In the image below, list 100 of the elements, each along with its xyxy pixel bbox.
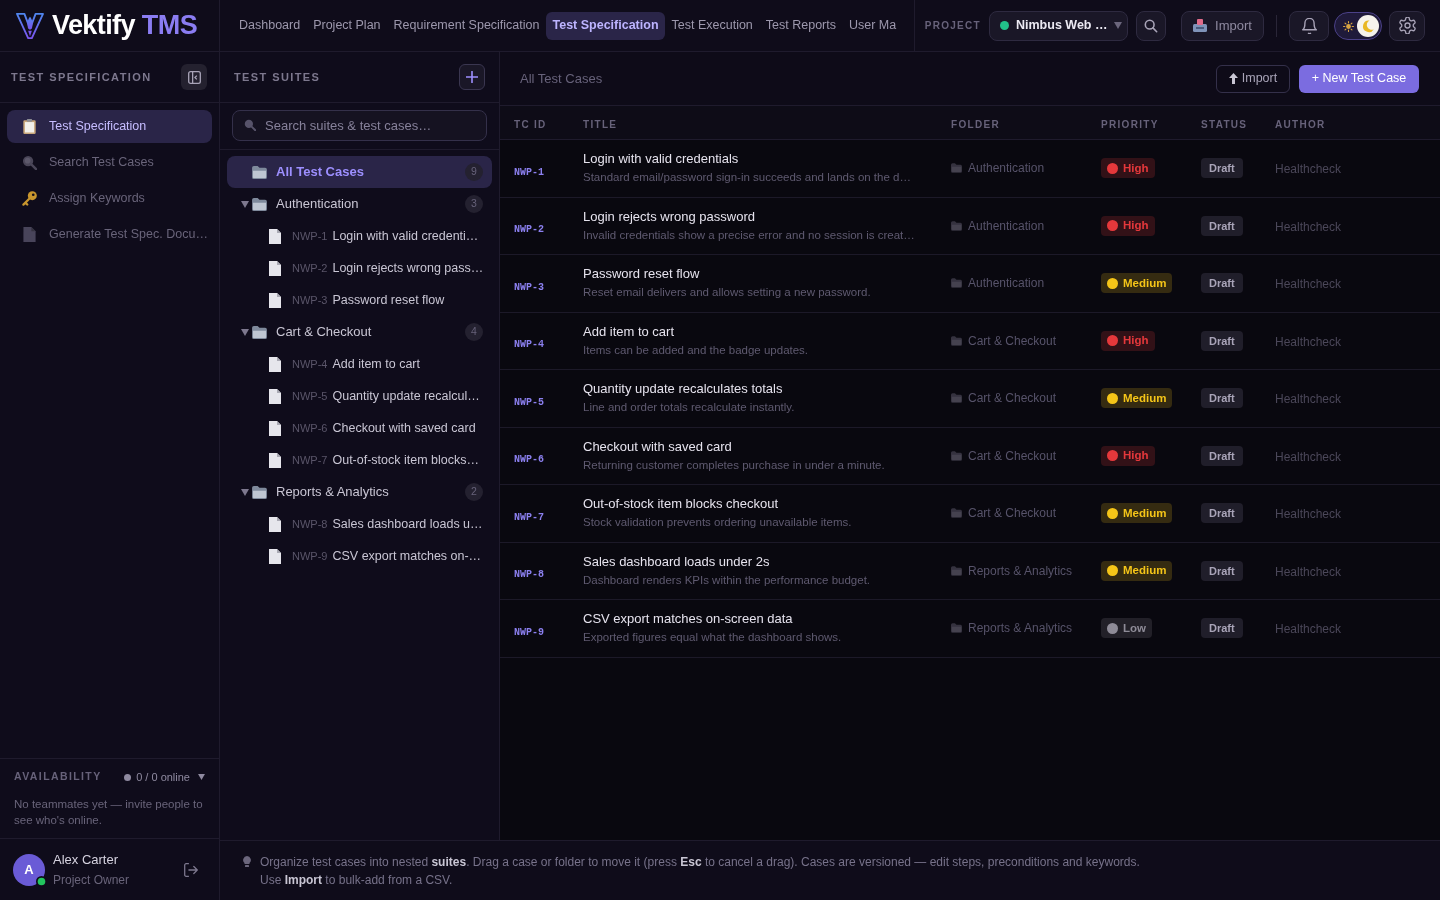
tree-item[interactable]: All Test Cases 9 (227, 156, 492, 188)
import-button[interactable]: Import (1181, 10, 1264, 41)
collapse-button[interactable] (181, 64, 207, 90)
folder-icon (951, 565, 962, 576)
test-case-title: Out-of-stock item blocks checkout (583, 496, 779, 513)
tree-item[interactable]: Reports & Analytics 2 (227, 476, 492, 508)
test-case-id[interactable]: NWP-9 (514, 626, 544, 638)
priority-badge: Medium (1101, 388, 1173, 409)
logout-button[interactable] (183, 861, 199, 878)
priority-badge: Medium (1101, 560, 1173, 581)
test-case-title: Password reset flow (583, 266, 700, 283)
availability-title: AVAILABILITY (14, 769, 102, 785)
import-button[interactable]: Import (1216, 64, 1290, 93)
test-case-title: Checkout with saved card (583, 438, 732, 455)
add-suite-button[interactable] (459, 64, 485, 90)
tree-item[interactable]: NWP-9 CSV export matches on-… (227, 540, 492, 572)
test-case-id[interactable]: NWP-5 (514, 396, 544, 408)
tree-item[interactable]: NWP-4 Add item to cart (227, 348, 492, 380)
plus-icon (466, 71, 478, 83)
file-icon (269, 356, 281, 372)
test-case-title: CSV export matches on-screen data (583, 611, 793, 628)
test-case-id[interactable]: NWP-1 (514, 166, 544, 178)
column-header: FOLDER (951, 118, 1000, 130)
count-badge: 9 (465, 163, 483, 181)
tree-item[interactable]: NWP-6 Checkout with saved card (227, 412, 492, 444)
test-case-description: Reset email delivers and allows setting a new password. (583, 285, 871, 301)
test-case-description: Dashboard renders KPIs within the performance budget. (583, 572, 871, 588)
test-case-id[interactable]: NWP-6 (514, 454, 544, 466)
tree-item[interactable]: NWP-2 Login rejects wrong pass… (227, 252, 492, 284)
test-case-id[interactable]: NWP-7 (514, 511, 544, 523)
availability-dropdown[interactable]: 0 / 0 online (124, 768, 205, 786)
folder-icon (951, 278, 962, 289)
author-name: Healthcheck (1275, 392, 1342, 407)
nav-tab[interactable]: Requirement Specification (387, 11, 546, 40)
search-button[interactable] (1136, 10, 1166, 41)
priority-badge: Medium (1101, 273, 1173, 294)
tree-item[interactable]: Cart & Checkout 4 (227, 316, 492, 348)
test-case-id[interactable]: NWP-2 (514, 224, 544, 236)
folder-icon (951, 623, 962, 634)
nav-tab[interactable]: Test Reports (759, 11, 842, 40)
priority-badge: High (1101, 445, 1155, 466)
search-field[interactable]: Search suites & test cases… (232, 110, 487, 141)
test-case-id[interactable]: NWP-3 (514, 281, 544, 293)
settings-button[interactable] (1389, 10, 1425, 41)
gear-icon (1398, 17, 1416, 34)
test-case-id[interactable]: NWP-4 (514, 339, 544, 351)
key-icon (22, 191, 37, 206)
sun-icon (1343, 20, 1354, 32)
avatar: A (13, 853, 45, 886)
test-case-description: Line and order totals recalculate instantly. (583, 400, 795, 416)
author-name: Healthcheck (1275, 449, 1342, 464)
file-icon (269, 228, 281, 244)
nav-tab[interactable]: Dashboard (233, 11, 307, 40)
tree-item[interactable]: NWP-5 Quantity update recalcul… (227, 380, 492, 412)
new-test-case-button[interactable]: + New Test Case (1299, 64, 1419, 93)
author-name: Healthcheck (1275, 162, 1342, 177)
priority-badge: High (1101, 330, 1155, 351)
nav-tab[interactable]: User Ma (843, 11, 903, 40)
tree-item[interactable]: NWP-3 Password reset flow (227, 284, 492, 316)
test-case-title: Login with valid credentials (583, 151, 739, 168)
search-icon (244, 119, 256, 131)
notifications-button[interactable] (1289, 10, 1329, 41)
moon-icon (1357, 14, 1379, 37)
sidebar-item[interactable]: Test Specification (7, 110, 212, 143)
test-case-description: Exported figures equal what the dashboard shows. (583, 630, 842, 646)
nav-tab[interactable]: Project Plan (307, 11, 387, 40)
inbox-icon (1193, 19, 1208, 32)
test-case-description: Invalid credentials show a precise error and no session is creat… (583, 227, 915, 243)
search-icon (22, 155, 37, 170)
column-header: PRIORITY (1101, 118, 1159, 130)
folder-name: Authentication (968, 160, 1045, 178)
test-case-id[interactable]: NWP-8 (514, 569, 544, 581)
column-header: TITLE (583, 118, 618, 130)
folder-icon (252, 165, 267, 179)
project-select[interactable]: Nimbus Web … (989, 10, 1128, 41)
author-name: Healthcheck (1275, 219, 1342, 234)
test-case-description: Items can be added and the badge updates. (583, 342, 809, 358)
tree-item[interactable]: NWP-1 Login with valid credenti… (227, 220, 492, 252)
test-case-description: Stock validation prevents ordering unavailable items. (583, 515, 852, 531)
folder-name: Authentication (968, 275, 1045, 293)
tree-item[interactable]: NWP-8 Sales dashboard loads u… (227, 508, 492, 540)
test-case-description: Returning customer completes purchase in under a minute. (583, 457, 885, 473)
theme-toggle[interactable] (1334, 11, 1382, 40)
availability-message: No teammates yet — invite people to see who's online. (14, 797, 204, 828)
nav-tab[interactable]: Test Execution (665, 11, 759, 40)
panel-icon (187, 70, 201, 84)
count-badge: 4 (465, 323, 483, 341)
author-name: Healthcheck (1275, 334, 1342, 349)
caret-icon (1114, 22, 1123, 29)
tree-item[interactable]: Authentication 3 (227, 188, 492, 220)
file-icon (269, 260, 281, 276)
logout-icon (184, 862, 198, 877)
nav-tab[interactable]: Test Specification (546, 11, 665, 40)
folder-icon (951, 163, 962, 174)
count-badge: 2 (465, 483, 483, 501)
tree-item[interactable]: NWP-7 Out-of-stock item blocks… (227, 444, 492, 476)
document-icon (22, 227, 37, 242)
folder-icon (252, 485, 267, 499)
file-icon (269, 516, 281, 532)
test-case-title: Quantity update recalculates totals (583, 381, 783, 398)
